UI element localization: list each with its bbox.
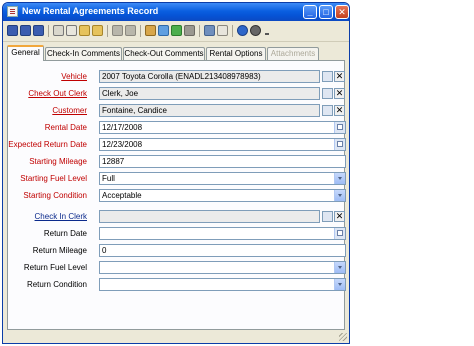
clear-icon[interactable]: ✕: [334, 88, 345, 99]
vehicle-label[interactable]: Vehicle: [61, 72, 87, 81]
starting-condition-select[interactable]: Acceptable: [99, 189, 346, 202]
title-bar[interactable]: New Rental Agreements Record _ □ ✕: [3, 3, 349, 21]
tab-check-in-comments[interactable]: Check-In Comments: [45, 47, 122, 60]
help-icon[interactable]: [237, 25, 248, 36]
expected-return-date-label: Expected Return Date: [8, 140, 87, 149]
toolbar: [3, 21, 349, 42]
starting-mileage-label: Starting Mileage: [29, 157, 87, 166]
clear-icon[interactable]: ✕: [334, 105, 345, 116]
expected-return-date-field[interactable]: 12/23/2008: [99, 138, 346, 151]
info-icon[interactable]: [250, 25, 261, 36]
binoculars-icon[interactable]: [322, 71, 333, 82]
vehicle-field[interactable]: 2007 Toyota Corolla (ENADL213408978983): [99, 70, 320, 83]
return-mileage-label: Return Mileage: [32, 246, 87, 255]
return-condition-label: Return Condition: [26, 280, 87, 289]
tab-attachments: Attachments: [267, 47, 319, 60]
chevron-down-icon[interactable]: [334, 173, 345, 184]
link-icon[interactable]: [184, 25, 195, 36]
general-panel: Vehicle 2007 Toyota Corolla (ENADL213408…: [7, 60, 346, 330]
tab-strip: General Check-In Comments Check-Out Comm…: [7, 45, 345, 61]
starting-mileage-field[interactable]: 12887: [99, 155, 346, 168]
return-date-field[interactable]: [99, 227, 346, 240]
starting-fuel-level-select[interactable]: Full: [99, 172, 346, 185]
clear-icon[interactable]: ✕: [334, 211, 345, 222]
starting-condition-value: Acceptable: [102, 191, 142, 200]
customer-field[interactable]: Fontaine, Candice: [99, 104, 320, 117]
starting-condition-label: Starting Condition: [23, 191, 87, 200]
toolbar-separator: [107, 25, 108, 37]
undo-icon[interactable]: [171, 25, 182, 36]
chevron-down-icon[interactable]: [334, 190, 345, 201]
save-new-icon[interactable]: [33, 25, 44, 36]
maximize-button[interactable]: □: [319, 5, 333, 19]
calendar-icon[interactable]: [334, 122, 345, 133]
print-icon[interactable]: [53, 25, 64, 36]
previous-record-icon[interactable]: [112, 25, 123, 36]
customer-label[interactable]: Customer: [52, 106, 87, 115]
return-mileage-field[interactable]: 0: [99, 244, 346, 257]
note-icon[interactable]: [204, 25, 215, 36]
tab-check-out-comments[interactable]: Check-Out Comments: [123, 47, 205, 60]
chevron-down-icon[interactable]: [334, 262, 345, 273]
binoculars-icon[interactable]: [322, 105, 333, 116]
binoculars-icon[interactable]: [322, 211, 333, 222]
clear-icon[interactable]: ✕: [334, 71, 345, 82]
toolbar-separator: [48, 25, 49, 37]
print-preview-icon[interactable]: [66, 25, 77, 36]
return-date-label: Return Date: [43, 229, 87, 238]
minimize-button[interactable]: _: [303, 5, 317, 19]
return-fuel-level-label: Return Fuel Level: [23, 263, 87, 272]
attach-icon[interactable]: [79, 25, 90, 36]
rental-date-label: Rental Date: [44, 123, 87, 132]
toolbar-separator: [199, 25, 200, 37]
rental-date-value: 12/17/2008: [102, 123, 143, 132]
save-close-icon[interactable]: [20, 25, 31, 36]
calendar-icon[interactable]: [334, 139, 345, 150]
check-in-clerk-field[interactable]: [99, 210, 320, 223]
return-fuel-level-select[interactable]: [99, 261, 346, 274]
window-title: New Rental Agreements Record: [22, 6, 159, 16]
toolbar-overflow-icon[interactable]: [265, 33, 269, 35]
chevron-down-icon[interactable]: [334, 279, 345, 290]
toolbar-separator: [140, 25, 141, 37]
binoculars-icon[interactable]: [322, 88, 333, 99]
paste-icon[interactable]: [145, 25, 156, 36]
check-out-clerk-label[interactable]: Check Out Clerk: [28, 89, 87, 98]
starting-fuel-level-label: Starting Fuel Level: [20, 174, 87, 183]
calendar-icon[interactable]: [334, 228, 345, 239]
return-condition-select[interactable]: [99, 278, 346, 291]
starting-fuel-level-value: Full: [102, 174, 115, 183]
chat-icon[interactable]: [217, 25, 228, 36]
refresh-icon[interactable]: [158, 25, 169, 36]
check-out-clerk-field[interactable]: Clerk, Joe: [99, 87, 320, 100]
expected-return-date-value: 12/23/2008: [102, 140, 143, 149]
first-record-icon[interactable]: [92, 25, 103, 36]
resize-grip-icon[interactable]: [339, 333, 347, 341]
check-in-clerk-label[interactable]: Check In Clerk: [35, 212, 87, 221]
toolbar-separator: [232, 25, 233, 37]
tab-general[interactable]: General: [7, 45, 44, 61]
save-icon[interactable]: [7, 25, 18, 36]
close-button[interactable]: ✕: [335, 5, 349, 19]
app-icon: [7, 6, 18, 17]
rental-date-field[interactable]: 12/17/2008: [99, 121, 346, 134]
tab-rental-options[interactable]: Rental Options: [206, 47, 266, 60]
rental-agreement-window: New Rental Agreements Record _ □ ✕ Gener…: [2, 2, 350, 344]
copy-icon[interactable]: [125, 25, 136, 36]
